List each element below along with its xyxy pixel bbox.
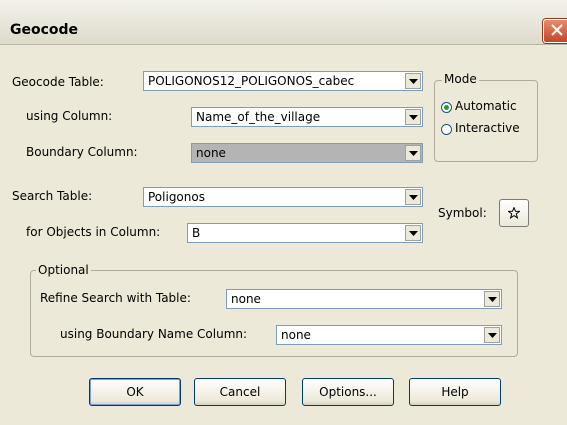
help-button[interactable]: Help — [409, 378, 501, 406]
ok-button[interactable]: OK — [89, 378, 181, 406]
title-bar: Geocode — [0, 0, 567, 45]
search-table-label: Search Table: — [12, 189, 93, 203]
star-icon — [508, 207, 520, 219]
optional-title: Optional — [36, 263, 91, 277]
automatic-label[interactable]: Automatic — [455, 99, 517, 113]
options-button[interactable]: Options... — [302, 378, 394, 406]
symbol-button[interactable] — [499, 199, 529, 227]
symbol-label: Symbol: — [438, 206, 487, 220]
chevron-down-icon[interactable] — [405, 73, 421, 89]
objects-column-select[interactable]: B — [187, 223, 423, 243]
boundary-column-label: Boundary Column: — [26, 145, 138, 159]
chevron-down-icon[interactable] — [405, 225, 421, 241]
mode-title: Mode — [442, 72, 479, 86]
close-button[interactable] — [543, 19, 567, 43]
refine-table-select[interactable]: none — [226, 289, 502, 309]
using-column-label: using Column: — [26, 109, 113, 123]
interactive-radio[interactable] — [441, 124, 452, 135]
chevron-down-icon[interactable] — [484, 291, 500, 307]
boundary-name-column-select[interactable]: none — [276, 325, 502, 345]
cancel-button[interactable]: Cancel — [194, 378, 286, 406]
objects-column-label: for Objects in Column: — [26, 225, 161, 239]
using-column-select[interactable]: Name_of_the_village — [191, 107, 423, 127]
interactive-label[interactable]: Interactive — [455, 121, 520, 135]
automatic-radio[interactable] — [441, 102, 452, 113]
search-table-select[interactable]: Poligonos — [143, 187, 423, 207]
dialog-body: Geocode Table: POLIGONOS12_POLIGONOS_cab… — [6, 45, 567, 425]
chevron-down-icon[interactable] — [405, 189, 421, 205]
refine-table-label: Refine Search with Table: — [40, 291, 191, 305]
geocode-table-select[interactable]: POLIGONOS12_POLIGONOS_cabec — [143, 71, 423, 91]
close-icon — [551, 24, 563, 36]
geocode-table-label: Geocode Table: — [12, 75, 104, 89]
chevron-down-icon[interactable] — [405, 145, 421, 161]
window-title: Geocode — [10, 22, 79, 38]
boundary-column-select[interactable]: none — [191, 143, 423, 163]
chevron-down-icon[interactable] — [484, 327, 500, 343]
boundary-name-column-label: using Boundary Name Column: — [60, 327, 248, 341]
chevron-down-icon[interactable] — [405, 109, 421, 125]
